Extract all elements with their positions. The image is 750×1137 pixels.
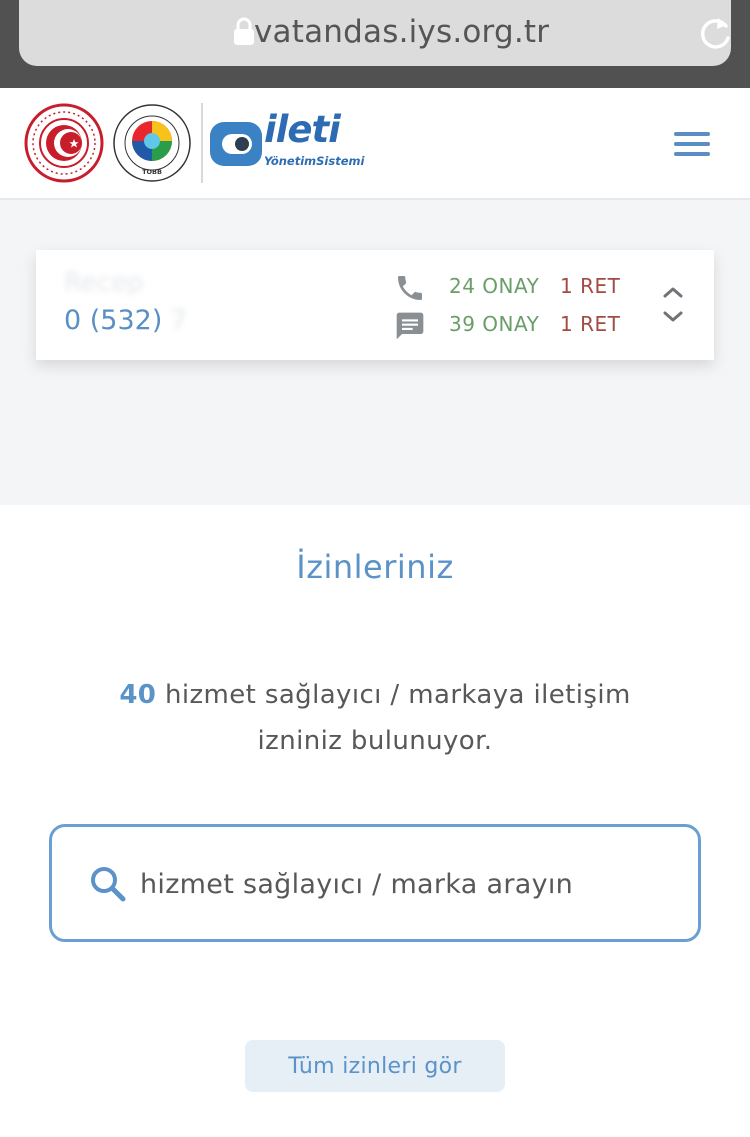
ileti-brand-name: ileti xyxy=(264,108,341,151)
sms-reject-count: 1 RET xyxy=(560,312,621,336)
logo-divider xyxy=(201,103,203,183)
user-name: Recep xyxy=(64,268,144,298)
view-all-permissions-button[interactable]: Tüm izinleri gör xyxy=(245,1040,505,1092)
ileti-brand-subtitle: YönetimSistemi xyxy=(264,154,365,168)
ministry-seal-logo xyxy=(24,103,104,183)
tobb-label: TOBB xyxy=(142,168,162,176)
reload-icon[interactable] xyxy=(696,12,734,52)
permissions-count-line2: izniniz bulunuyor. xyxy=(257,726,493,756)
search-icon xyxy=(91,867,126,902)
phone-number-prefix: 0 (532) xyxy=(64,305,163,336)
hamburger-menu-icon[interactable] xyxy=(668,128,716,160)
message-icon xyxy=(396,312,424,340)
phone-number-masked: 7 xyxy=(170,305,188,336)
call-reject-count: 1 RET xyxy=(560,274,621,298)
expand-collapse-icon[interactable] xyxy=(658,284,688,326)
permissions-count: 40 xyxy=(119,680,157,710)
lock-icon xyxy=(234,17,254,45)
permissions-count-line1: hizmet sağlayıcı / markaya iletişim xyxy=(164,680,631,710)
permissions-count-text: 40 hizmet sağlayıcı / markaya iletişim i… xyxy=(0,672,750,764)
permissions-title: İzinleriniz xyxy=(296,548,454,586)
sms-approve-count: 39 ONAY xyxy=(449,312,540,336)
call-approve-count: 24 ONAY xyxy=(449,274,540,298)
tobb-logo: TOBB xyxy=(113,104,191,182)
phone-call-icon xyxy=(398,276,422,300)
search-input[interactable] xyxy=(140,858,680,910)
url-text[interactable]: vatandas.iys.org.tr xyxy=(254,10,549,54)
